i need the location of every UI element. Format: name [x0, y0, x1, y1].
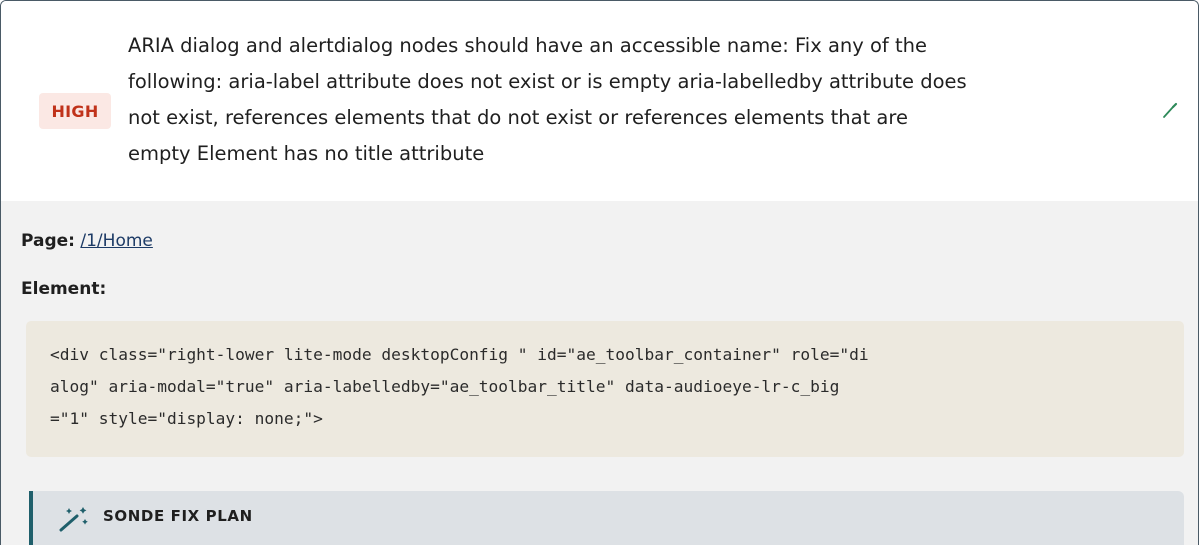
issue-title-line: empty Element has no title attribute	[128, 142, 485, 165]
element-label: Element:	[21, 279, 107, 299]
accessibility-issue-card: HIGH ARIA dialog and alertdialog nodes s…	[0, 0, 1199, 545]
element-code-block: <div class="right-lower lite-mode deskto…	[26, 321, 1184, 457]
magic-wand-icon[interactable]	[1158, 98, 1182, 122]
magic-wand-sparkles-icon	[59, 507, 88, 532]
fix-plan-panel[interactable]: SONDE FIX PLAN	[29, 491, 1184, 545]
issue-title-line: ARIA dialog and alertdialog nodes should…	[128, 34, 927, 57]
issue-title-line: not exist, references elements that do n…	[128, 106, 908, 129]
page-link[interactable]: /1/Home	[80, 231, 152, 251]
element-code: <div class="right-lower lite-mode deskto…	[50, 339, 1160, 435]
issue-header[interactable]: HIGH ARIA dialog and alertdialog nodes s…	[1, 1, 1198, 202]
severity-badge: HIGH	[39, 93, 111, 129]
code-line: ="1" style="display: none;">	[50, 409, 323, 428]
code-line: <div class="right-lower lite-mode deskto…	[50, 345, 869, 364]
code-line: alog" aria-modal="true" aria-labelledby=…	[50, 377, 840, 396]
issue-title-line: following: aria-label attribute does not…	[128, 70, 967, 93]
issue-title: ARIA dialog and alertdialog nodes should…	[128, 28, 1118, 172]
page-row: Page: /1/Home	[21, 231, 153, 251]
page-label: Page:	[21, 231, 75, 251]
fix-plan-label: SONDE FIX PLAN	[103, 507, 253, 525]
issue-details: Page: /1/Home Element: <div class="right…	[1, 201, 1198, 545]
